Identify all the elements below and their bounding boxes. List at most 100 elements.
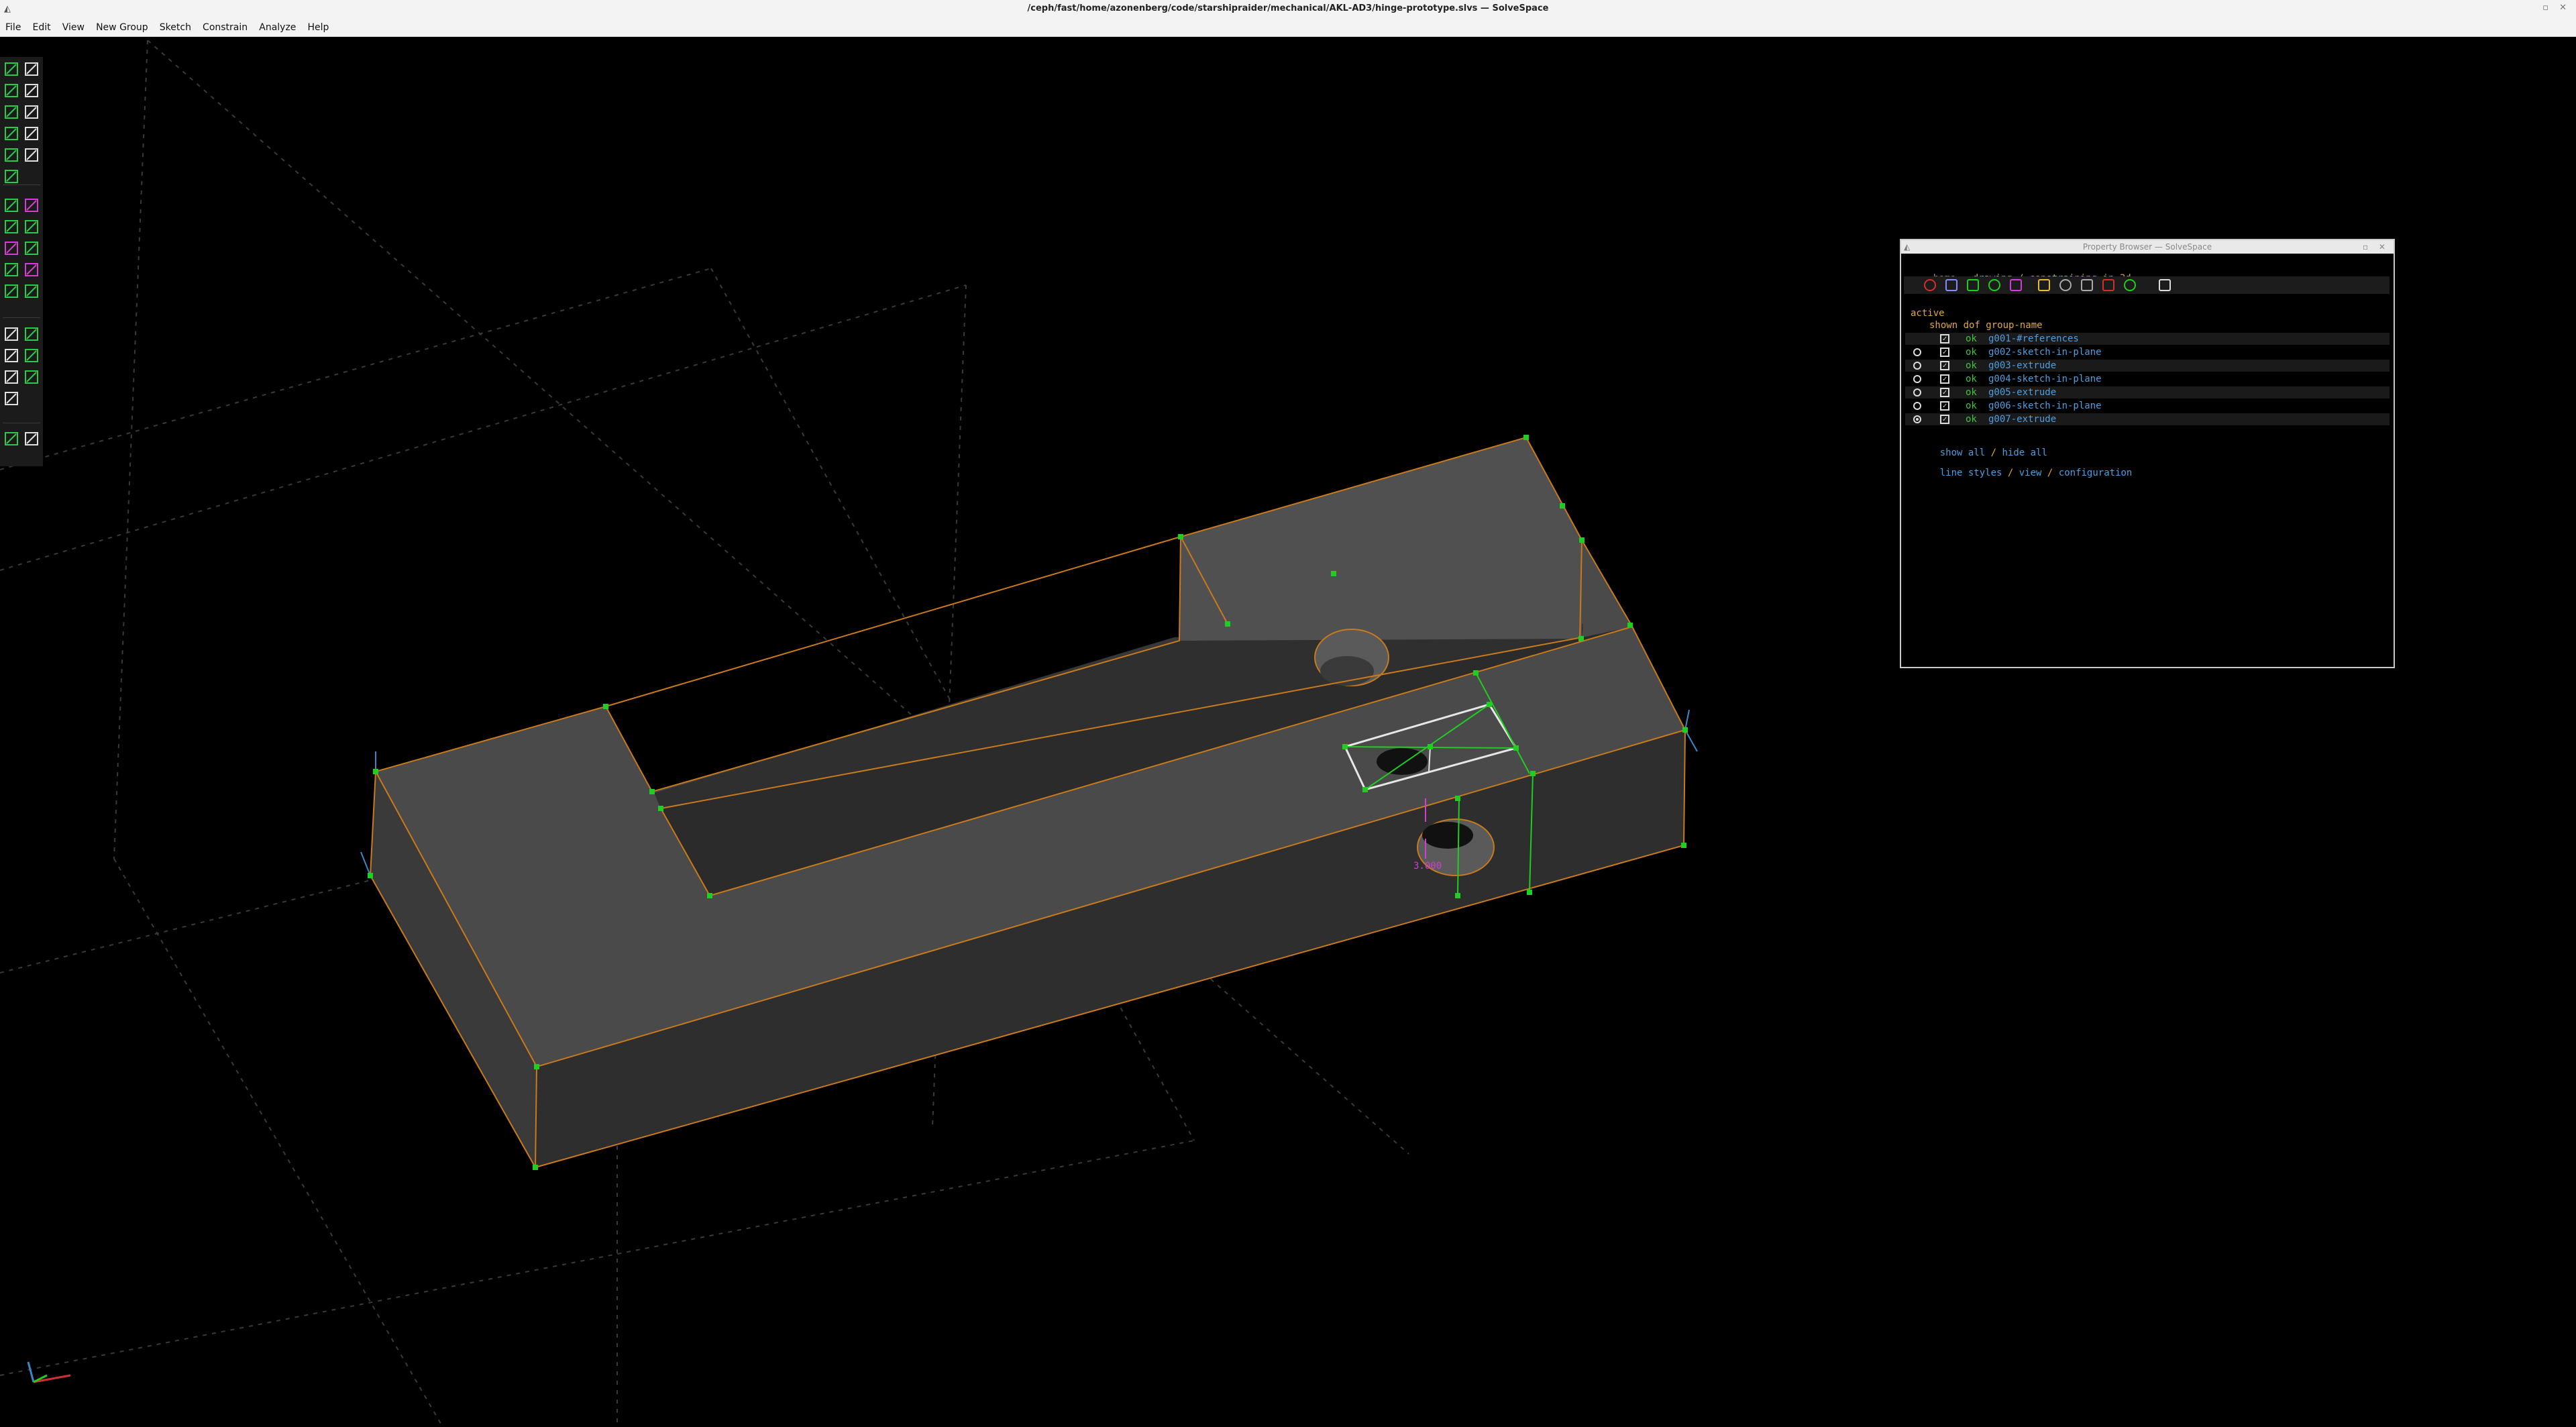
toolbar-line-icon[interactable] — [3, 60, 20, 78]
property-browser-window: ◭ Property Browser — SolveSpace ▫ ✕ home… — [1900, 239, 2395, 668]
dimension-label[interactable]: 3.000 — [1413, 861, 1442, 871]
toolbar-layer-icon[interactable] — [23, 430, 40, 447]
toolbar-rectangle-icon[interactable] — [23, 60, 40, 78]
toolbar-arc-icon[interactable] — [23, 82, 40, 99]
group-row[interactable]: ✓ ok g003-extrude — [1905, 360, 2390, 372]
toggle-faces-icon[interactable] — [2038, 279, 2050, 291]
toolbar-circle-icon[interactable] — [3, 82, 20, 99]
menu-constrain[interactable]: Constrain — [199, 19, 252, 36]
group-row[interactable]: ✓ ok g006-sketch-in-plane — [1905, 400, 2390, 412]
group-row[interactable]: ✓ ok g005-extrude — [1905, 386, 2390, 399]
group-row[interactable]: ✓ ok g002-sketch-in-plane — [1905, 346, 2390, 358]
toolbar-horizontal-icon[interactable] — [3, 218, 20, 235]
active-group-radio[interactable] — [1913, 402, 1921, 410]
columns-header: shown dof group-name — [1929, 320, 2043, 331]
toggle-mesh-icon[interactable] — [2102, 279, 2114, 291]
menu-new-group[interactable]: New Group — [92, 19, 152, 36]
toolbar-vertical-icon[interactable] — [23, 218, 40, 235]
toolbar-separator — [3, 317, 40, 318]
toolbar-in-3d-icon[interactable] — [3, 430, 20, 447]
toolbar-image-icon[interactable] — [23, 103, 40, 121]
menu-analyze[interactable]: Analyze — [255, 19, 300, 36]
active-group-radio[interactable] — [1913, 415, 1921, 423]
title-bar: ◭ /ceph/fast/home/azonenberg/code/starsh… — [0, 0, 2576, 19]
toolbar-tangent-icon[interactable] — [23, 261, 40, 278]
menu-sketch[interactable]: Sketch — [156, 19, 195, 36]
group-name-link[interactable]: g002-sketch-in-plane — [1988, 346, 2102, 358]
toggle-points-icon[interactable] — [1967, 279, 1979, 291]
dof-status: ok — [1966, 333, 1977, 344]
group-row[interactable]: ✓ ok g007-extrude — [1905, 413, 2390, 425]
toolbar-step-translate-icon[interactable] — [23, 368, 40, 386]
view-link[interactable]: view — [2019, 468, 2042, 478]
window-title: /ceph/fast/home/azonenberg/code/starship… — [1027, 3, 1549, 13]
window-controls[interactable]: ▫ ✕ — [2542, 3, 2571, 13]
group-name-link[interactable]: g007-extrude — [1988, 413, 2056, 425]
active-group-radio[interactable] — [1913, 348, 1921, 356]
active-group-radio[interactable] — [1913, 388, 1921, 397]
toolbar-step-rotate-icon[interactable] — [3, 368, 20, 386]
shown-checkbox[interactable]: ✓ — [1940, 361, 1949, 370]
links-row: line styles / view / configuration — [1917, 455, 2133, 491]
toolbar-nearest-ortho-icon[interactable] — [3, 325, 20, 343]
toggle-outlines-icon[interactable] — [2059, 279, 2072, 291]
line-styles-link[interactable]: line styles — [1940, 468, 2002, 478]
toolbar-equal-icon[interactable] — [3, 261, 20, 278]
shown-checkbox[interactable]: ✓ — [1940, 348, 1949, 357]
toolbar-angle-icon[interactable] — [23, 197, 40, 214]
toggle-shaded-icon[interactable] — [2124, 279, 2136, 291]
menu-file[interactable]: File — [0, 19, 25, 36]
right-block-top — [1179, 437, 1582, 641]
toolbar-distance-icon[interactable] — [3, 197, 20, 214]
toolbar-separator — [3, 184, 40, 185]
menu-view[interactable]: View — [58, 19, 89, 36]
dof-status: ok — [1966, 414, 1977, 425]
configuration-link[interactable]: configuration — [2059, 468, 2133, 478]
shown-checkbox[interactable]: ✓ — [1940, 415, 1949, 424]
toolbar-ref-icon[interactable] — [23, 282, 40, 300]
toolbar-perpendicular-icon[interactable] — [23, 240, 40, 257]
toolbar-split-icon[interactable] — [3, 168, 20, 185]
active-label: active — [1911, 308, 1945, 319]
toolbar-translate-icon[interactable] — [23, 347, 40, 364]
group-name-link[interactable]: g005-extrude — [1988, 386, 2056, 399]
toolbar-point-on-icon[interactable] — [3, 282, 20, 300]
shown-checkbox[interactable]: ✓ — [1940, 401, 1949, 411]
dof-status: ok — [1966, 401, 1977, 411]
group-name-link[interactable]: g006-sketch-in-plane — [1988, 400, 2102, 412]
group-row[interactable]: ✓ ok g001-#references — [1905, 333, 2390, 345]
group-row[interactable]: ✓ ok g004-sketch-in-plane — [1905, 373, 2390, 385]
shown-checkbox[interactable]: ✓ — [1940, 334, 1949, 343]
shown-checkbox[interactable]: ✓ — [1940, 374, 1949, 384]
group-name-link[interactable]: g004-sketch-in-plane — [1988, 373, 2102, 385]
toolbar-construction-icon[interactable] — [23, 146, 40, 164]
separator: / — [2047, 468, 2053, 478]
active-group-radio[interactable] — [1913, 362, 1921, 370]
toolbar-nearest-iso-icon[interactable] — [23, 325, 40, 343]
toolbar-point-icon[interactable] — [3, 146, 20, 164]
window-controls[interactable]: ▫ ✕ — [2363, 240, 2390, 254]
toolbar-rotate-icon[interactable] — [3, 347, 20, 364]
toggle-normals-icon[interactable] — [1945, 279, 1957, 291]
menu-help[interactable]: Help — [304, 19, 333, 36]
axis-triad-icon — [27, 1361, 71, 1383]
toggle-occluded-icon[interactable] — [2159, 279, 2171, 291]
group-name-link[interactable]: g001-#references — [1988, 333, 2079, 345]
toggle-constraints-icon[interactable] — [2010, 279, 2022, 291]
toggle-workplanes-icon[interactable] — [1924, 279, 1936, 291]
toolbar-bezier-icon[interactable] — [23, 125, 40, 142]
dof-status: ok — [1966, 360, 1977, 371]
toggle-construction-icon[interactable] — [1988, 279, 2000, 291]
toolbar-tangent-arc-icon[interactable] — [3, 125, 20, 142]
toolbar-parallel-icon[interactable] — [3, 240, 20, 257]
toggle-hidden-lines-icon[interactable] — [2081, 279, 2093, 291]
shown-checkbox[interactable]: ✓ — [1940, 388, 1949, 397]
app-icon: ◭ — [1904, 242, 1911, 252]
toolbar-text-icon[interactable] — [3, 103, 20, 121]
group-name-link[interactable]: g003-extrude — [1988, 360, 2056, 372]
toolbar-workplane-icon[interactable] — [3, 390, 20, 407]
sketch-toolbar — [0, 57, 43, 466]
dof-status: ok — [1966, 387, 1977, 398]
active-group-radio[interactable] — [1913, 375, 1921, 383]
menu-edit[interactable]: Edit — [29, 19, 55, 36]
